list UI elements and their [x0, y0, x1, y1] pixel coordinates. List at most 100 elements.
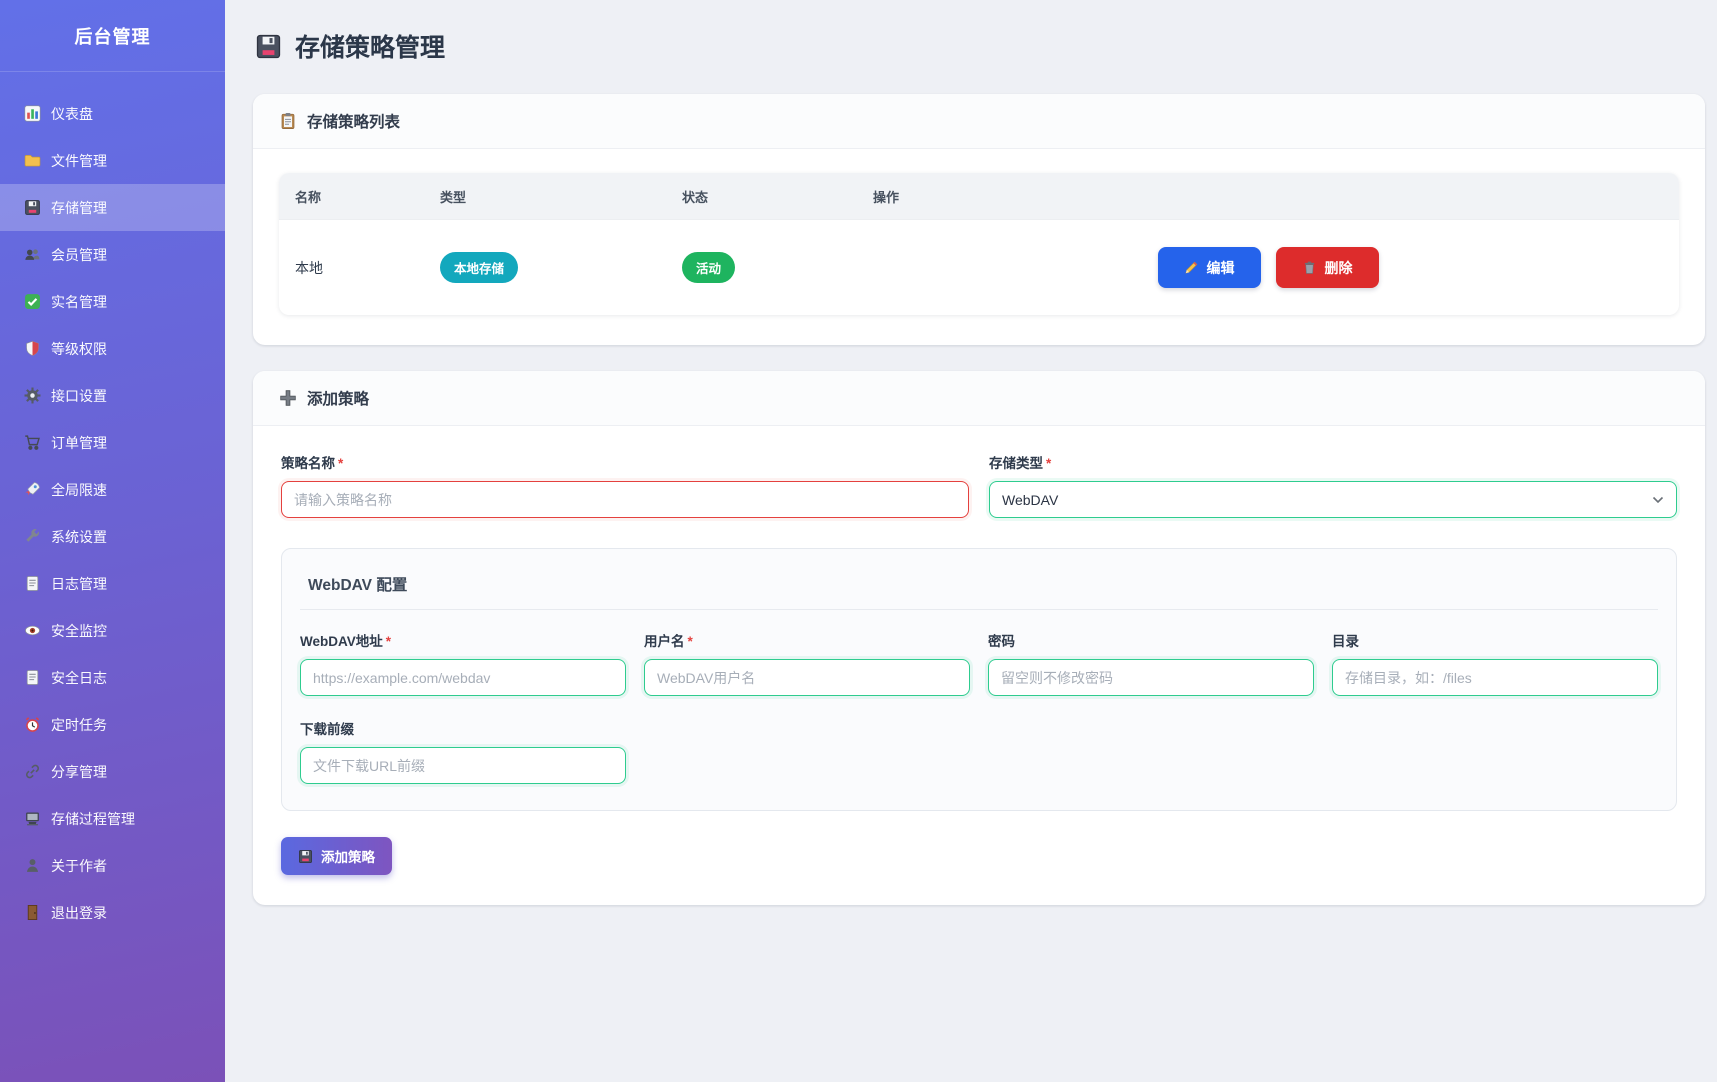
sidebar-item-system-settings[interactable]: 系统设置	[0, 513, 225, 560]
policy-type-cell: 本地存储	[424, 252, 666, 283]
alarm-clock-icon	[24, 716, 41, 733]
door-icon	[24, 904, 41, 921]
sidebar-item-about-author[interactable]: 关于作者	[0, 842, 225, 889]
eye-icon	[24, 622, 41, 639]
download-prefix-input[interactable]	[300, 747, 626, 784]
sidebar-item-label: 退出登录	[51, 903, 107, 923]
webdav-directory-field-group: 目录	[1332, 630, 1658, 696]
add-policy-submit-label: 添加策略	[321, 846, 375, 866]
person-icon	[24, 857, 41, 874]
sidebar-item-realname[interactable]: 实名管理	[0, 278, 225, 325]
computer-icon	[24, 810, 41, 827]
clipboard-icon	[279, 112, 297, 130]
sidebar-item-security-monitor[interactable]: 安全监控	[0, 607, 225, 654]
required-mark: *	[688, 634, 693, 649]
sidebar-item-rate-limit[interactable]: 全局限速	[0, 466, 225, 513]
webdav-config-title: WebDAV 配置	[300, 567, 1658, 610]
shield-icon	[24, 340, 41, 357]
sidebar-item-orders[interactable]: 订单管理	[0, 419, 225, 466]
sidebar-item-label: 等级权限	[51, 339, 107, 359]
plus-icon	[279, 389, 297, 407]
floppy-disk-icon	[24, 199, 41, 216]
required-mark: *	[338, 456, 343, 471]
webdav-password-input[interactable]	[988, 659, 1314, 696]
policy-actions-cell: 编辑 删除	[857, 247, 1679, 288]
table-row: 本地 本地存储 活动 编辑 删除	[279, 219, 1679, 315]
sidebar-item-label: 存储过程管理	[51, 809, 135, 829]
chevron-down-icon	[1652, 496, 1664, 504]
check-icon	[24, 293, 41, 310]
app-title: 后台管理	[0, 0, 225, 72]
webdav-username-label: 用户名*	[644, 630, 970, 650]
policy-name-cell: 本地	[279, 258, 424, 278]
policy-table-header: 名称 类型 状态 操作	[279, 173, 1679, 219]
wrench-icon	[24, 528, 41, 545]
column-header-actions: 操作	[857, 187, 1679, 206]
sidebar-item-label: 文件管理	[51, 151, 107, 171]
sidebar-item-label: 仪表盘	[51, 104, 93, 124]
webdav-username-field-group: 用户名*	[644, 630, 970, 696]
storage-type-selected-value: WebDAV	[1002, 492, 1058, 508]
webdav-password-label: 密码	[988, 630, 1314, 650]
policy-list-card: 存储策略列表 名称 类型 状态 操作 本地 本地存储 活动	[253, 94, 1705, 345]
sidebar-item-label: 存储管理	[51, 198, 107, 218]
users-icon	[24, 246, 41, 263]
link-icon	[24, 763, 41, 780]
sidebar-item-storage[interactable]: 存储管理	[0, 184, 225, 231]
sidebar-item-files[interactable]: 文件管理	[0, 137, 225, 184]
sidebar-item-label: 安全监控	[51, 621, 107, 641]
sidebar-item-label: 日志管理	[51, 574, 107, 594]
sidebar-item-members[interactable]: 会员管理	[0, 231, 225, 278]
folder-icon	[24, 152, 41, 169]
sidebar-item-stored-procedures[interactable]: 存储过程管理	[0, 795, 225, 842]
policy-name-label: 策略名称*	[281, 452, 969, 472]
sidebar-item-label: 实名管理	[51, 292, 107, 312]
delete-button[interactable]: 删除	[1276, 247, 1379, 288]
sidebar-item-label: 订单管理	[51, 433, 107, 453]
webdav-address-field-group: WebDAV地址*	[300, 630, 626, 696]
sidebar-item-scheduled-tasks[interactable]: 定时任务	[0, 701, 225, 748]
required-mark: *	[386, 634, 391, 649]
sidebar-nav: 仪表盘 文件管理 存储管理 会员管理 实名管理 等级权限 接口设置	[0, 72, 225, 954]
column-header-name: 名称	[279, 187, 424, 206]
floppy-disk-icon	[298, 849, 313, 864]
sidebar-item-shares[interactable]: 分享管理	[0, 748, 225, 795]
sidebar-item-label: 系统设置	[51, 527, 107, 547]
storage-type-field-group: 存储类型* WebDAV	[989, 452, 1677, 518]
trash-icon	[1302, 260, 1317, 275]
floppy-disk-icon	[255, 33, 282, 60]
page-header: 存储策略管理	[255, 28, 1705, 64]
sidebar-item-logout[interactable]: 退出登录	[0, 889, 225, 936]
required-mark: *	[1046, 456, 1051, 471]
rocket-icon	[24, 481, 41, 498]
download-prefix-field-group: 下载前缀	[300, 718, 626, 784]
document-icon	[24, 669, 41, 686]
delete-button-label: 删除	[1325, 258, 1353, 278]
sidebar-item-logs[interactable]: 日志管理	[0, 560, 225, 607]
sidebar-item-label: 接口设置	[51, 386, 107, 406]
sidebar-item-api-settings[interactable]: 接口设置	[0, 372, 225, 419]
sidebar-item-label: 分享管理	[51, 762, 107, 782]
sidebar-item-security-logs[interactable]: 安全日志	[0, 654, 225, 701]
webdav-directory-label: 目录	[1332, 630, 1658, 650]
webdav-address-input[interactable]	[300, 659, 626, 696]
add-policy-submit-button[interactable]: 添加策略	[281, 837, 392, 875]
webdav-password-field-group: 密码	[988, 630, 1314, 696]
add-policy-card-title: 添加策略	[307, 387, 369, 409]
sidebar: 后台管理 仪表盘 文件管理 存储管理 会员管理 实名管理 等级权限	[0, 0, 225, 1082]
page-title: 存储策略管理	[295, 28, 445, 64]
sidebar-item-permissions[interactable]: 等级权限	[0, 325, 225, 372]
storage-type-label: 存储类型*	[989, 452, 1677, 472]
policy-list-card-body: 名称 类型 状态 操作 本地 本地存储 活动	[253, 149, 1705, 345]
sidebar-item-dashboard[interactable]: 仪表盘	[0, 90, 225, 137]
webdav-directory-input[interactable]	[1332, 659, 1658, 696]
policy-name-field-group: 策略名称*	[281, 452, 969, 518]
sidebar-item-label: 关于作者	[51, 856, 107, 876]
storage-type-select[interactable]: WebDAV	[989, 481, 1677, 518]
webdav-address-label: WebDAV地址*	[300, 630, 626, 650]
column-header-type: 类型	[424, 187, 666, 206]
gear-icon	[24, 387, 41, 404]
webdav-username-input[interactable]	[644, 659, 970, 696]
policy-name-input[interactable]	[281, 481, 969, 518]
edit-button[interactable]: 编辑	[1158, 247, 1261, 288]
